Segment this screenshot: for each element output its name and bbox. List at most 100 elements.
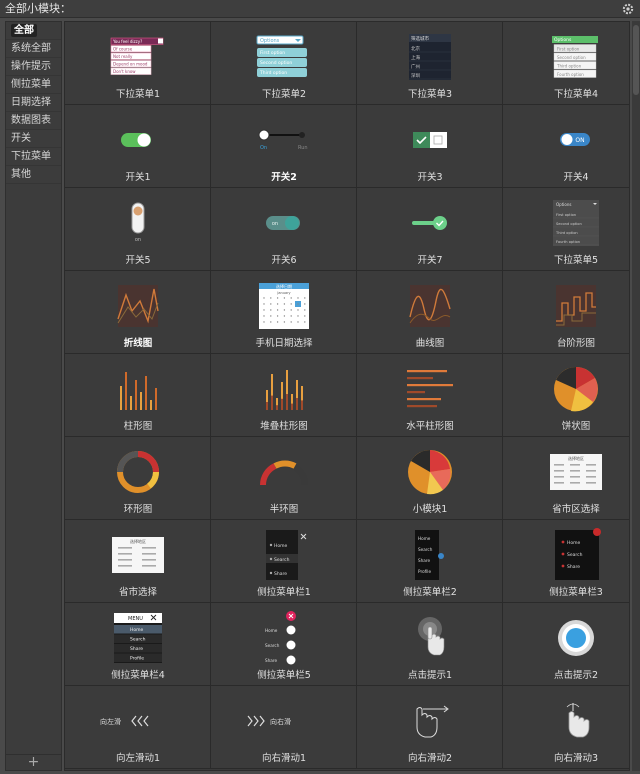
svg-text:Second option: Second option [260,60,292,66]
module-label: 半环图 [269,504,299,515]
module-card[interactable]: on 开关6 [211,188,357,271]
svg-text:深圳: 深圳 [411,72,420,79]
dropdown4-icon: Options First option Second option Third op… [503,30,629,84]
module-card[interactable]: 点击提示2 [503,603,629,686]
module-label: 下拉菜单3 [407,89,453,100]
svg-text:on: on [135,237,141,243]
dropdown3-icon: 筛选城市 北京 上海 广州 深圳 [357,30,503,84]
sidebar-item-label: 全部 [11,24,37,37]
swipe-left-icon: 向左滑 [65,694,211,748]
stacked-bar-chart-icon [211,362,357,416]
module-card[interactable]: 选择地区 省市选择 [65,520,211,603]
module-card[interactable]: Options First option Second option Third op… [503,188,629,271]
svg-text:Depend on mood: Depend on mood [113,62,148,67]
add-category-button[interactable]: + [6,754,61,770]
module-label: 曲线图 [415,338,445,349]
module-card[interactable]: 半环图 [211,437,357,520]
module-label: 堆叠柱形图 [260,421,308,432]
tap-hint1-icon [357,611,503,665]
module-card[interactable]: You feel dizzy? Of course Not really Depend… [65,22,211,105]
sidebar-item[interactable]: 侧拉菜单 [6,76,61,94]
sidebar-item[interactable]: 日期选择 [6,94,61,112]
svg-text:广州: 广州 [411,63,420,70]
scrollbar-thumb[interactable] [633,25,639,95]
module-card[interactable]: On Run 开关2 [211,105,357,188]
module-card[interactable]: Home Search Share 侧拉菜单栏1 [211,520,357,603]
switch4-icon: ON [503,113,629,167]
svg-text:Home: Home [265,628,278,633]
module-label: 水平柱形图 [406,421,454,432]
module-card[interactable]: 饼状图 [503,354,629,437]
sidebar-item[interactable]: 操作提示 [6,58,61,76]
svg-text:On: On [260,145,267,151]
module-card[interactable]: 柱形图 [65,354,211,437]
module-card[interactable]: MENU Home Search Share Profile 侧拉菜单栏4 [65,603,211,686]
module-card[interactable]: Options First option Second option Third op… [503,22,629,105]
module-card[interactable]: 开关1 [65,105,211,188]
module-label: 向右滑动3 [553,753,599,764]
module-card[interactable]: 曲线图 [357,271,503,354]
calendar-icon: 选择日期 January [211,279,357,333]
module-card[interactable]: 折线图 [65,271,211,354]
sidebar-item-label: 系统全部 [11,43,51,54]
module-card[interactable]: 选择地区 省市区选择 [503,437,629,520]
module-card[interactable]: 筛选城市 北京 上海 广州 深圳 下拉菜单3 [357,22,503,105]
module-card[interactable]: Options First option Second option Third op… [211,22,357,105]
svg-text:Fourth option: Fourth option [556,240,580,244]
switch7-icon [357,196,503,250]
svg-text:on: on [272,221,278,227]
category-sidebar: 全部系统全部操作提示 侧拉菜单 日期选择 数据图表 开关下拉菜单其他 + [5,21,62,771]
side-menu1-icon: Home Search Share [211,528,357,582]
module-card[interactable]: ON 开关4 [503,105,629,188]
swipe-right2-icon [357,694,503,748]
module-card[interactable]: 选择日期 January 手机日期选择 [211,271,357,354]
module-card[interactable]: 向右滑 向右滑动1 [211,686,357,769]
pie-small-icon [357,445,503,499]
sidebar-item[interactable]: 数据图表 [6,112,61,130]
module-label: 下拉菜单4 [553,89,599,100]
svg-text:北京: 北京 [411,45,420,52]
svg-text:Search: Search [418,547,433,552]
svg-text:Share: Share [567,564,580,570]
module-label: 小模块1 [412,504,448,515]
module-card[interactable]: 向右滑动3 [503,686,629,769]
gear-icon[interactable] [622,3,634,15]
bar-chart-icon [65,362,211,416]
module-card[interactable]: 水平柱形图 [357,354,503,437]
svg-text:Home: Home [418,536,431,541]
module-card[interactable]: 向右滑动2 [357,686,503,769]
svg-text:Options: Options [554,37,572,43]
module-card[interactable]: Home Search Share Profile 侧拉菜单栏2 [357,520,503,603]
svg-text:ON: ON [575,137,584,144]
module-card[interactable]: 点击提示1 [357,603,503,686]
svg-text:Don't know: Don't know [113,69,136,74]
sidebar-item[interactable]: 下拉菜单 [6,148,61,166]
module-grid: You feel dizzy? Of course Not really Depend… [65,22,629,769]
sidebar-item[interactable]: 其他 [6,166,61,184]
module-card[interactable]: on 开关5 [65,188,211,271]
module-label: 饼状图 [561,421,591,432]
module-card[interactable]: 环形图 [65,437,211,520]
sidebar-item[interactable]: 系统全部 [6,40,61,58]
module-card[interactable]: 开关7 [357,188,503,271]
sidebar-item[interactable]: 开关 [6,130,61,148]
module-card[interactable]: 向左滑向左滑动1 [65,686,211,769]
sidebar-item-label: 下拉菜单 [11,151,51,162]
module-card[interactable]: 台阶形图 [503,271,629,354]
module-label: 开关1 [125,172,151,183]
module-label: 向左滑动1 [115,753,161,764]
svg-text:Second option: Second option [556,222,582,226]
module-card[interactable]: 小模块1 [357,437,503,520]
module-card[interactable]: 开关3 [357,105,503,188]
module-label: 向右滑动2 [407,753,453,764]
dropdown2-icon: Options First option Second option Third op… [211,30,357,84]
scrollbar[interactable] [632,21,640,771]
title-bar: 全部小模块： [0,0,640,18]
svg-text:January: January [276,291,290,295]
svg-text:Third option: Third option [259,70,287,76]
module-card[interactable]: Home Search Share 侧拉菜单栏5 [211,603,357,686]
sidebar-item[interactable]: 全部 [6,22,61,40]
module-card[interactable]: 堆叠柱形图 [211,354,357,437]
module-card[interactable]: Home Search Share 侧拉菜单栏3 [503,520,629,603]
svg-text:Of course: Of course [113,47,133,52]
